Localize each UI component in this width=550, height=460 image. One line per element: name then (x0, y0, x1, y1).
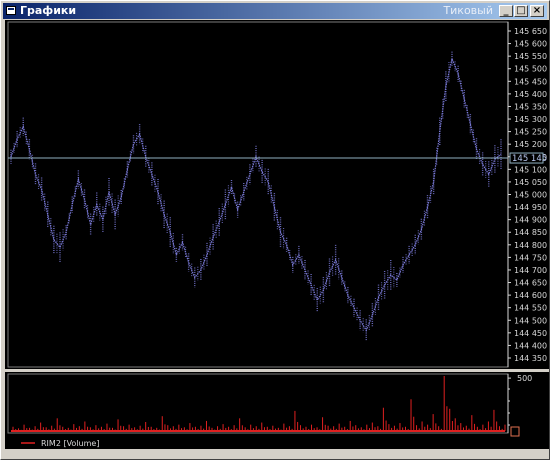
volume-axis: 500 (508, 374, 532, 426)
volume-scale-marker[interactable] (510, 426, 520, 437)
legend-series-label: RIM2 [Volume] (41, 439, 99, 448)
close-button[interactable]: × (530, 5, 544, 17)
price-tick-label: 145 600 (514, 40, 547, 49)
price-tick-label: 144 850 (514, 228, 547, 237)
price-tick-label: 145 500 (514, 65, 547, 74)
price-series (10, 51, 502, 342)
price-tick-label: 144 600 (514, 291, 547, 300)
price-axis: 145 650 145 600 145 550 145 500 145 450 145 4… (508, 27, 547, 363)
price-tick-label: 145 300 (514, 115, 547, 124)
price-tick-label: 145 050 (514, 178, 547, 187)
minimize-button[interactable]: _ (499, 5, 513, 17)
price-tick-label: 145 550 (514, 52, 547, 61)
price-tick-label: 145 100 (514, 165, 547, 174)
price-tick-label: 144 450 (514, 329, 547, 338)
timeframe-label[interactable]: Тиковый (443, 3, 493, 19)
volume-chart-panel[interactable]: 500 RIM2 [Volume] (5, 372, 549, 449)
price-tick-label: 145 250 (514, 128, 547, 137)
volume-tick-label: 500 (517, 374, 532, 383)
price-tick-label: 145 400 (514, 90, 547, 99)
price-tick-label: 144 800 (514, 241, 547, 250)
price-tick-label: 144 550 (514, 304, 547, 313)
price-chart-panel[interactable]: 145 650 145 600 145 550 145 500 145 450 145 4… (5, 20, 549, 369)
window-title: Графики (20, 4, 77, 17)
price-tick-label: 144 900 (514, 216, 547, 225)
price-tick-label: 145 450 (514, 77, 547, 86)
price-tick-label: 144 400 (514, 341, 547, 350)
window-bottom-edge (5, 449, 549, 459)
price-chart[interactable]: 145 650 145 600 145 550 145 500 145 450 145 4… (5, 20, 549, 369)
price-tick-label: 145 350 (514, 102, 547, 111)
volume-chart[interactable]: 500 RIM2 [Volume] (5, 372, 549, 449)
volume-series (11, 376, 506, 432)
maximize-button[interactable]: □ (514, 5, 528, 17)
price-tick-label: 144 650 (514, 279, 547, 288)
title-bar[interactable]: Графики Тиковый _ □ × (3, 3, 547, 19)
price-tick-label: 144 950 (514, 203, 547, 212)
price-tick-label: 144 700 (514, 266, 547, 275)
price-tick-label: 144 500 (514, 316, 547, 325)
price-tick-label: 144 350 (514, 354, 547, 363)
price-tick-label: 144 750 (514, 253, 547, 262)
chart-window: Графики Тиковый _ □ × 145 650 145 600 145 … (0, 0, 550, 460)
current-price-label: 145 145 (512, 154, 547, 164)
price-tick-label: 145 650 (514, 27, 547, 36)
chart-window-icon (6, 6, 16, 15)
price-tick-label: 145 200 (514, 140, 547, 149)
price-tick-label: 145 000 (514, 191, 547, 200)
